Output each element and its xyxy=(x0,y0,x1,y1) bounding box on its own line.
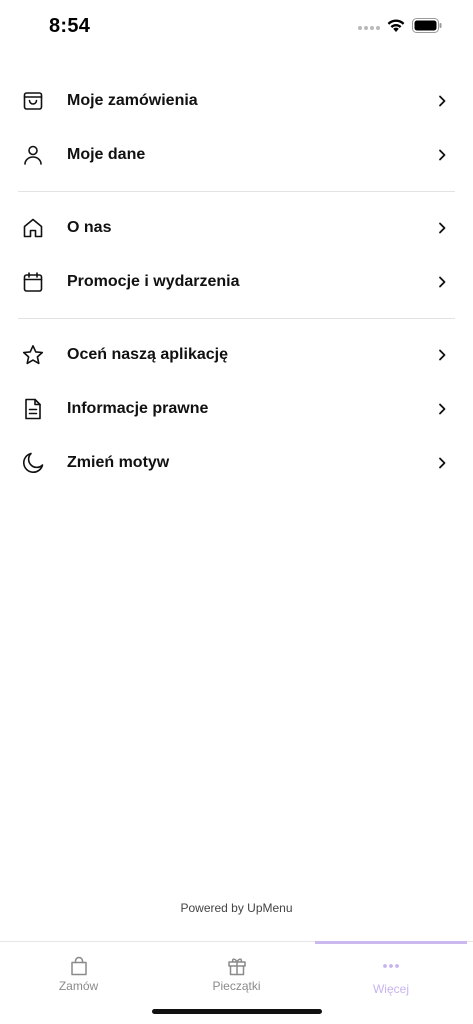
chevron-right-icon xyxy=(435,348,449,362)
menu-item-promotions-events[interactable]: Promocje i wydarzenia xyxy=(0,255,473,309)
chevron-right-icon xyxy=(435,402,449,416)
tab-more[interactable]: Więcej xyxy=(315,941,467,1002)
calendar-icon xyxy=(21,270,45,294)
menu-item-my-data[interactable]: Moje dane xyxy=(0,128,473,182)
menu-item-legal-info[interactable]: Informacje prawne xyxy=(0,382,473,436)
moon-icon xyxy=(21,451,45,475)
document-icon xyxy=(21,397,45,421)
divider xyxy=(18,318,455,319)
tab-label: Pieczątki xyxy=(212,979,261,993)
user-icon xyxy=(21,143,45,167)
home-icon xyxy=(21,216,45,240)
shopping-bag-icon xyxy=(21,89,45,113)
more-dots-icon xyxy=(380,955,402,977)
menu-group-account: Moje zamówienia Moje dane xyxy=(0,74,473,182)
gift-icon xyxy=(226,955,248,977)
more-menu: Moje zamówienia Moje dane O nas Promocje… xyxy=(0,74,473,490)
menu-item-label: Zmień motyw xyxy=(67,454,170,471)
battery-icon xyxy=(412,18,442,33)
tab-label: Więcej xyxy=(372,982,409,996)
menu-item-about-us[interactable]: O nas xyxy=(0,201,473,255)
menu-group-app: Oceń naszą aplikację Informacje prawne Z… xyxy=(0,328,473,490)
menu-item-label: Informacje prawne xyxy=(67,400,209,417)
tab-stamps[interactable]: Pieczątki xyxy=(158,942,315,1002)
chevron-right-icon xyxy=(435,456,449,470)
menu-item-rate-app[interactable]: Oceń naszą aplikację xyxy=(0,328,473,382)
chevron-right-icon xyxy=(435,275,449,289)
menu-item-label: Promocje i wydarzenia xyxy=(67,273,240,290)
divider xyxy=(18,191,455,192)
menu-item-label: Oceń naszą aplikację xyxy=(67,346,228,363)
star-icon xyxy=(21,343,45,367)
tab-order[interactable]: Zamów xyxy=(0,942,157,1002)
active-tab-indicator xyxy=(315,941,467,944)
powered-by-link[interactable]: Powered by UpMenu xyxy=(0,901,473,915)
wifi-icon xyxy=(387,19,405,32)
menu-item-my-orders[interactable]: Moje zamówienia xyxy=(0,74,473,128)
chevron-right-icon xyxy=(435,148,449,162)
bag-icon xyxy=(68,955,90,977)
menu-item-change-theme[interactable]: Zmień motyw xyxy=(0,436,473,490)
status-time: 8:54 xyxy=(49,15,91,37)
tab-label: Zamów xyxy=(58,979,99,993)
menu-group-info: O nas Promocje i wydarzenia xyxy=(0,201,473,309)
cellular-signal-icon xyxy=(358,26,380,30)
chevron-right-icon xyxy=(435,94,449,108)
menu-item-label: Moje zamówienia xyxy=(67,92,198,109)
menu-item-label: O nas xyxy=(67,219,112,236)
status-bar: 8:54 xyxy=(0,0,473,56)
menu-item-label: Moje dane xyxy=(67,146,146,163)
home-indicator xyxy=(152,1009,322,1014)
chevron-right-icon xyxy=(435,221,449,235)
